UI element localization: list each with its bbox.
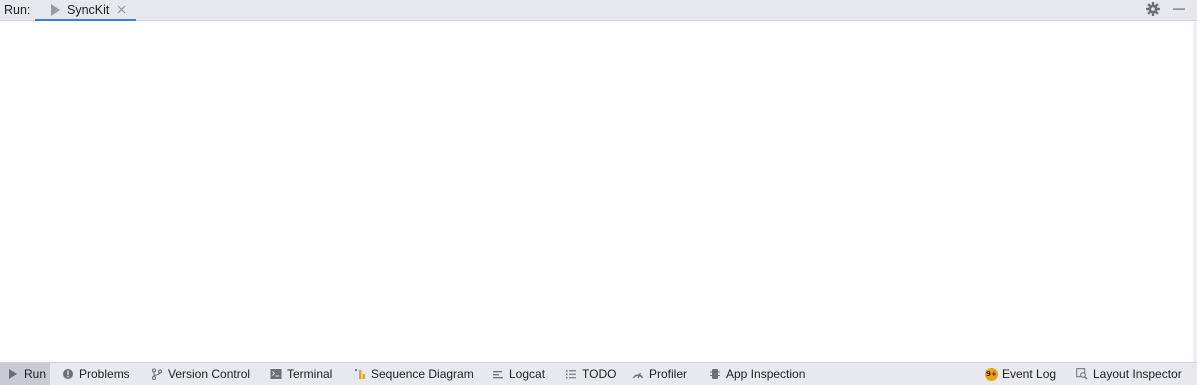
- tool-window-run[interactable]: Run: [0, 363, 50, 385]
- app-inspection-icon: [710, 369, 720, 379]
- tool-window-todo[interactable]: TODO: [565, 363, 616, 385]
- tool-window-version-control[interactable]: Version Control: [151, 363, 250, 385]
- tool-window-layout-inspector[interactable]: Layout Inspector: [1076, 363, 1182, 385]
- tool-window-label: Problems: [79, 367, 130, 381]
- run-panel-header: Run: SyncKit: [0, 0, 1197, 22]
- tool-window-profiler[interactable]: Profiler: [632, 363, 687, 385]
- tool-window-label: TODO: [582, 367, 617, 381]
- tool-window-label: Profiler: [649, 367, 688, 381]
- tool-window-label: Layout Inspector: [1093, 367, 1182, 381]
- version-control-icon: [151, 368, 163, 380]
- tool-window-problems[interactable]: Problems: [62, 363, 130, 385]
- tool-window-label: Sequence Diagram: [371, 367, 474, 381]
- sequence-diagram-icon: [355, 369, 365, 379]
- vertical-scrollbar-track[interactable]: [1193, 21, 1197, 362]
- run-tab-title: SyncKit: [67, 3, 110, 17]
- run-configuration-tab[interactable]: SyncKit: [35, 0, 136, 22]
- settings-gear-icon[interactable]: [1145, 1, 1161, 17]
- layout-inspector-icon: [1076, 368, 1088, 380]
- tool-window-label: Logcat: [509, 367, 546, 381]
- run-icon: [9, 369, 17, 379]
- play-icon: [51, 4, 60, 16]
- tool-window-app-inspection[interactable]: App Inspection: [709, 363, 805, 385]
- close-icon[interactable]: [116, 4, 127, 15]
- terminal-icon: [270, 369, 282, 379]
- tool-window-terminal[interactable]: Terminal: [270, 363, 332, 385]
- tool-window-label: Version Control: [168, 367, 251, 381]
- logcat-icon: [493, 371, 503, 379]
- tool-window-label: Run: [24, 367, 47, 381]
- event-log-badge: 9+: [985, 367, 998, 381]
- tool-window-label: Terminal: [287, 367, 333, 381]
- problems-icon: [63, 369, 73, 379]
- tool-window-event-log[interactable]: 9+ Event Log: [985, 363, 1056, 385]
- run-panel-label: Run:: [4, 3, 31, 17]
- tool-window-logcat[interactable]: Logcat: [492, 363, 545, 385]
- minimize-icon[interactable]: [1172, 1, 1186, 17]
- tool-window-sequence-diagram[interactable]: Sequence Diagram: [354, 363, 474, 385]
- tool-window-label: Event Log: [1002, 367, 1057, 381]
- tool-window-label: App Inspection: [726, 367, 806, 381]
- tool-window-bar: Run Problems Version Control Terminal Se…: [0, 362, 1197, 385]
- profiler-icon: [632, 372, 644, 379]
- run-console-output[interactable]: [0, 21, 1193, 362]
- todo-icon: [566, 370, 576, 379]
